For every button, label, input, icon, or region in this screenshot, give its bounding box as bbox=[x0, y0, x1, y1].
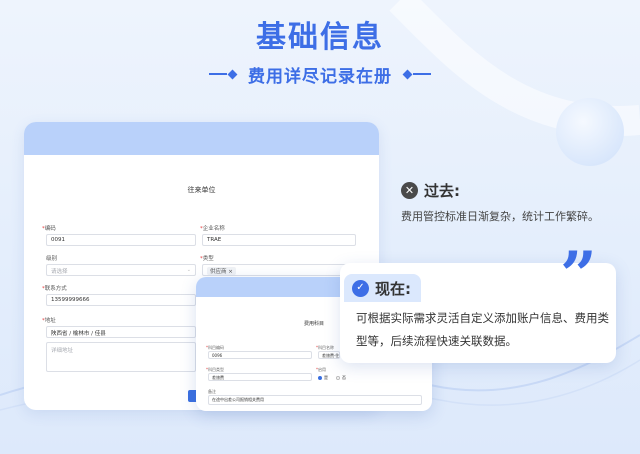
past-description: 费用管控标准日渐复杂，统计工作繁碎。 bbox=[401, 210, 599, 223]
quote-mark-icon: ” bbox=[560, 238, 597, 313]
company-name-input[interactable]: TRAE bbox=[202, 234, 356, 246]
right-decoration bbox=[402, 69, 431, 79]
address-detail-textarea[interactable]: 详细地址 bbox=[46, 342, 196, 372]
form-title: 往来单位 bbox=[187, 186, 216, 194]
hero-subtitle: 费用详尽记录在册 bbox=[248, 66, 392, 87]
contact-label: *联系方式 bbox=[42, 286, 67, 292]
past-section: ✕ 过去: 费用管控标准日渐复杂，统计工作繁碎。 bbox=[401, 180, 631, 224]
past-title: 过去: bbox=[424, 182, 460, 200]
hero-subtitle-row: 费用详尽记录在册 bbox=[0, 62, 640, 87]
now-header: ✓ 现在: bbox=[344, 274, 421, 302]
remark-textarea[interactable]: 在途中出差公司报销相关费用 bbox=[208, 395, 422, 405]
card-header-band bbox=[24, 122, 379, 155]
radio-yes[interactable]: 是 bbox=[318, 375, 328, 381]
address-label: *地址 bbox=[42, 318, 56, 324]
now-description: 可根据实际需求灵活自定义添加账户信息、费用类型等，后续流程快速关联数据。 bbox=[356, 311, 609, 348]
code-label: *编码 bbox=[42, 226, 56, 232]
now-title: 现在: bbox=[375, 279, 411, 298]
x-circle-icon: ✕ bbox=[401, 182, 418, 199]
left-decoration bbox=[209, 69, 238, 79]
type-tag: 供应商 × bbox=[207, 267, 236, 275]
decorative-circle bbox=[556, 98, 624, 166]
hero-title: 基础信息 bbox=[256, 20, 384, 55]
type-label: *类型 bbox=[200, 256, 214, 262]
subject-name-input[interactable]: 差旅费·住 bbox=[318, 351, 340, 359]
enabled-label: *启用 bbox=[316, 367, 326, 372]
check-circle-icon: ✓ bbox=[352, 279, 369, 297]
subject-code-input[interactable]: 0096 bbox=[208, 351, 312, 359]
code-input[interactable]: 0091 bbox=[46, 234, 196, 246]
level-label: 级别 bbox=[46, 256, 58, 262]
level-select[interactable]: 请选择 ⌄ bbox=[46, 264, 196, 276]
address-cascader[interactable]: 陕西省 / 榆林市 / 佳县 bbox=[46, 326, 196, 338]
close-icon[interactable]: × bbox=[228, 269, 233, 275]
company-name-label: *企业名称 bbox=[200, 226, 225, 232]
radio-no[interactable]: 否 bbox=[336, 375, 346, 381]
subject-type-input[interactable]: 差旅费 bbox=[208, 373, 312, 381]
chevron-down-icon: ⌄ bbox=[186, 267, 191, 273]
type-select[interactable]: 供应商 × bbox=[202, 264, 356, 276]
contact-input[interactable]: 13599999666 bbox=[46, 294, 196, 306]
